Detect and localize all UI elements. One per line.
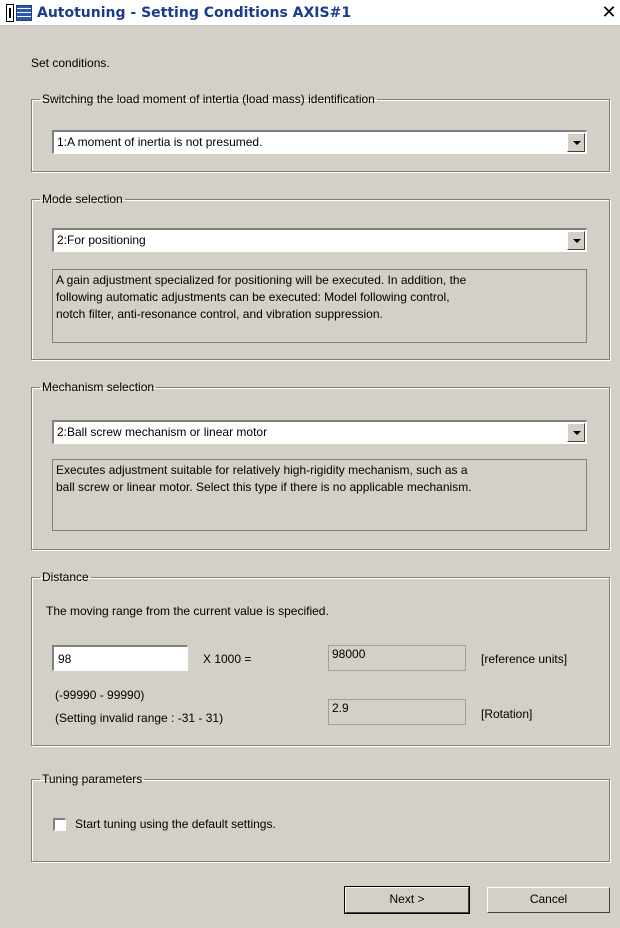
instruction-text: Set conditions.	[31, 56, 110, 70]
title-bar: Autotuning - Setting Conditions AXIS#1 ✕	[0, 0, 620, 26]
chevron-down-icon[interactable]	[567, 231, 585, 250]
tuning-group-legend: Tuning parameters	[42, 772, 143, 786]
distance-group-legend: Distance	[42, 570, 89, 584]
info-icon	[6, 4, 14, 22]
identification-select[interactable]: 1:A moment of inertia is not presumed.	[52, 130, 587, 154]
mode-description: A gain adjustment specialized for positi…	[52, 269, 587, 343]
invalid-range-text: (Setting invalid range : -31 - 31)	[55, 711, 224, 725]
app-icon	[16, 5, 32, 21]
mode-select[interactable]: 2:For positioning	[52, 228, 587, 252]
rotation-unit-label: [Rotation]	[481, 707, 533, 721]
mechanism-description-line: Executes adjustment suitable for relativ…	[56, 463, 468, 477]
default-settings-label[interactable]: Start tuning using the default settings.	[75, 817, 276, 831]
mechanism-select[interactable]: 2:Ball screw mechanism or linear motor	[52, 420, 587, 444]
chevron-down-icon[interactable]	[567, 133, 585, 152]
mechanism-description: Executes adjustment suitable for relativ…	[52, 459, 587, 531]
default-settings-checkbox[interactable]	[53, 818, 66, 831]
identification-select-value: 1:A moment of inertia is not presumed.	[57, 135, 263, 149]
reference-units-value: 98000	[328, 645, 466, 671]
distance-input[interactable]	[52, 645, 188, 671]
next-button[interactable]: Next >	[344, 886, 470, 914]
cancel-button[interactable]: Cancel	[487, 887, 610, 913]
setting-range-text: (-99990 - 99990)	[55, 688, 145, 702]
mode-group-legend: Mode selection	[42, 192, 123, 206]
distance-note: The moving range from the current value …	[46, 604, 329, 618]
mechanism-description-line: ball screw or linear motor. Select this …	[56, 480, 472, 494]
close-icon[interactable]: ✕	[600, 3, 618, 23]
mechanism-group-legend: Mechanism selection	[42, 380, 155, 394]
mode-description-line: following automatic adjustments can be e…	[56, 290, 450, 304]
reference-units-label: [reference units]	[481, 652, 568, 666]
rotation-value: 2.9	[328, 699, 466, 725]
mode-description-line: notch filter, anti-resonance control, an…	[56, 307, 383, 321]
window-title: Autotuning - Setting Conditions AXIS#1	[37, 5, 352, 21]
identification-group-legend: Switching the load moment of intertia (l…	[42, 92, 375, 106]
mode-description-line: A gain adjustment specialized for positi…	[56, 273, 467, 287]
multiplier-label: X 1000 =	[203, 652, 252, 666]
mode-select-value: 2:For positioning	[57, 233, 146, 247]
chevron-down-icon[interactable]	[567, 423, 585, 442]
mechanism-select-value: 2:Ball screw mechanism or linear motor	[57, 425, 268, 439]
